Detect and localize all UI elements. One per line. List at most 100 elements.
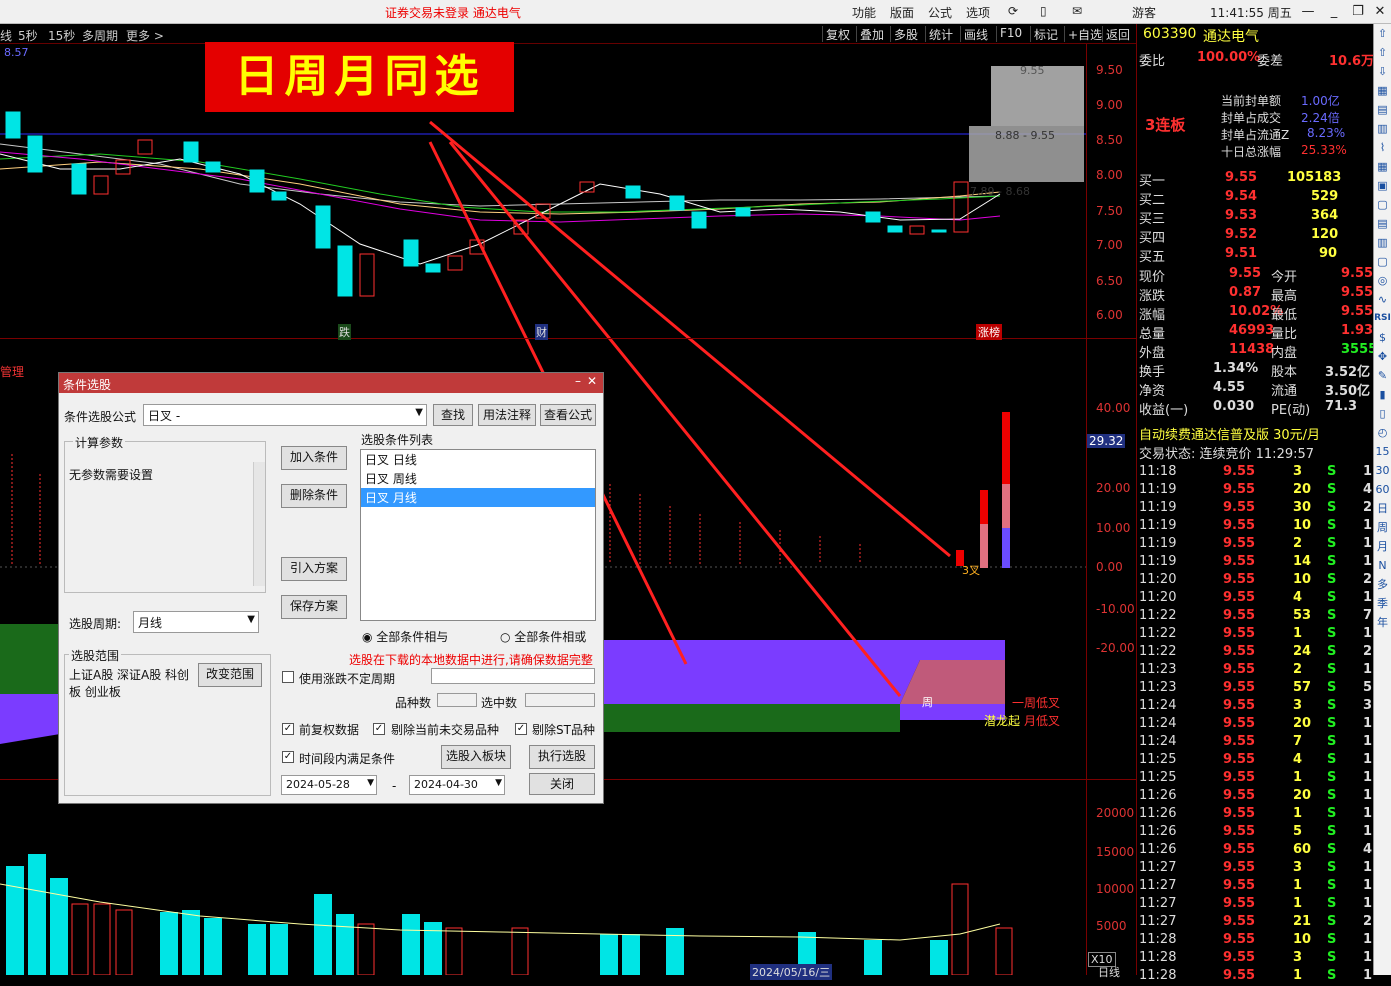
radio-or[interactable]: ○ 全部条件相或 [500,628,586,645]
clock-icon[interactable]: ◴ [1374,423,1391,442]
add-condition-button[interactable]: 加入条件 [281,446,347,470]
sidebar-rsi[interactable]: RSI [1374,309,1391,328]
table-icon[interactable]: ▦ [1374,157,1391,176]
list-icon[interactable]: ▤ [1374,100,1391,119]
refresh-icon[interactable]: ⟳ [1008,4,1018,18]
seal-label: 当前封单额 [1221,94,1282,108]
sidebar-n[interactable]: N [1374,556,1391,575]
use-range-checkbox[interactable] [282,671,294,683]
radio-and[interactable]: ◉ 全部条件相与 [362,628,448,645]
close-button[interactable]: 关闭 [529,773,595,795]
f10-icon[interactable]: ▢ [1374,195,1391,214]
tool-draw[interactable]: 画线 [960,26,991,42]
up-arrow-icon-2[interactable]: ⇧ [1374,43,1391,62]
sidebar-60[interactable]: 60 [1374,480,1391,499]
chart-bar-icon[interactable]: ▮ [1374,385,1391,404]
range-input[interactable] [431,668,595,684]
minimize-icon[interactable]: – [575,374,581,388]
quote-value: 9.55 [1341,266,1374,281]
sidebar-month[interactable]: 月 [1374,537,1391,556]
tool-f10[interactable]: F10 [996,26,1025,42]
sidebar-15[interactable]: 15 [1374,442,1391,461]
chevron-down-icon[interactable]: ▼ [415,407,423,418]
menu-formula[interactable]: 公式 [928,4,952,21]
tick-cell: 60 [1293,842,1312,857]
tool-back[interactable]: 返回 [1102,26,1133,42]
fz-icon[interactable]: ▢ [1374,252,1391,271]
down-arrow-icon[interactable]: ⇩ [1374,62,1391,81]
list-item[interactable]: 日叉 日线 [361,450,595,469]
dollar-icon[interactable]: $ [1374,328,1391,347]
find-button[interactable]: 查找 [433,404,473,426]
date-from[interactable]: 2024-05-28 ▼ [281,775,377,795]
chevron-down-icon[interactable]: ▼ [247,614,255,625]
period-select[interactable]: 月线 ▼ [133,611,259,633]
execute-button[interactable]: 执行选股 [529,745,595,769]
promo-text[interactable]: 自动续费通达信普及版 30元/月 [1139,424,1320,443]
user-label[interactable]: 游客 [1132,4,1156,21]
period-line[interactable]: 线 [0,27,12,44]
tool-add-watch[interactable]: +自选 [1064,26,1105,42]
condition-list[interactable]: 日叉 日线 日叉 周线 日叉 月线 [360,449,596,621]
period-multi[interactable]: 多周期 [82,27,118,44]
chart-icon[interactable]: ▥ [1374,119,1391,138]
move-icon[interactable]: ✥ [1374,347,1391,366]
menu-options[interactable]: 选项 [966,4,990,21]
close-icon[interactable]: ✕ [587,374,597,388]
menu-function[interactable]: 功能 [852,4,876,21]
pre-adjust-checkbox[interactable]: ✓ [282,723,294,735]
tool-overlay[interactable]: 叠加 [856,26,887,42]
params-scrollbar[interactable] [253,462,265,586]
pencil-icon[interactable]: ✎ [1374,366,1391,385]
period-5s[interactable]: 5秒 [18,27,38,44]
delete-condition-button[interactable]: 删除条件 [281,484,347,508]
wave-icon[interactable]: ∿ [1374,290,1391,309]
list-item[interactable]: 日叉 周线 [361,469,595,488]
circle-icon[interactable]: ◎ [1374,271,1391,290]
formula-select[interactable]: 日叉 - ▼ [143,404,427,426]
quote-value: 1.93 [1341,323,1374,338]
tool-adjust[interactable]: 复权 [822,26,853,42]
close-icon[interactable]: ✕ [1370,2,1390,22]
period-more[interactable]: 更多 > [126,27,164,44]
minimize-icon[interactable]: — [1298,2,1318,22]
doc-icon[interactable]: ▥ [1374,233,1391,252]
tick-cell: 2 [1363,572,1373,587]
tool-multi-stock[interactable]: 多股 [890,26,921,42]
sidebar-multi[interactable]: 多 [1374,575,1391,594]
list-item-selected[interactable]: 日叉 月线 [361,488,595,507]
sidebar-year[interactable]: 年 [1374,613,1391,632]
phone-icon[interactable]: ▯ [1040,4,1047,18]
info-icon[interactable]: ▤ [1374,214,1391,233]
restore-icon[interactable]: ❐ [1348,2,1368,22]
dialog-title-bar[interactable]: 条件选股 – ✕ [59,373,603,393]
bar2-icon[interactable]: ▯ [1374,404,1391,423]
view-formula-button[interactable]: 查看公式 [540,404,596,426]
sidebar-quarter[interactable]: 季 [1374,594,1391,613]
book-icon[interactable]: ▣ [1374,176,1391,195]
exclude-st-checkbox[interactable]: ✓ [515,723,527,735]
exclude-untraded-checkbox[interactable]: ✓ [373,723,385,735]
menu-layout[interactable]: 版面 [890,4,914,21]
usage-button[interactable]: 用法注释 [478,404,536,426]
grid-icon[interactable]: ▦ [1374,81,1391,100]
period-15s[interactable]: 15秒 [48,27,75,44]
mail-icon[interactable]: ✉ [1072,4,1082,18]
sidebar-30[interactable]: 30 [1374,461,1391,480]
tool-mark[interactable]: 标记 [1030,26,1061,42]
date-to[interactable]: 2024-04-30 ▼ [409,775,505,795]
sidebar-week[interactable]: 周 [1374,518,1391,537]
chevron-down-icon[interactable]: ▼ [367,778,374,788]
in-period-checkbox[interactable]: ✓ [282,751,294,763]
chevron-down-icon[interactable]: ▼ [495,778,502,788]
minimize-icon-2[interactable]: _ [1324,2,1344,22]
line-chart-icon[interactable]: ⌇ [1374,138,1391,157]
quote-row: 涨幅 10.02% 最低 9.55 [1137,304,1374,323]
to-block-button[interactable]: 选股入板块 [441,745,511,769]
tool-stats[interactable]: 统计 [925,26,956,42]
import-scheme-button[interactable]: 引入方案 [281,557,347,581]
up-arrow-icon[interactable]: ⇧ [1374,24,1391,43]
change-scope-button[interactable]: 改变范围 [198,663,262,687]
save-scheme-button[interactable]: 保存方案 [281,595,347,619]
sidebar-day[interactable]: 日 [1374,499,1391,518]
